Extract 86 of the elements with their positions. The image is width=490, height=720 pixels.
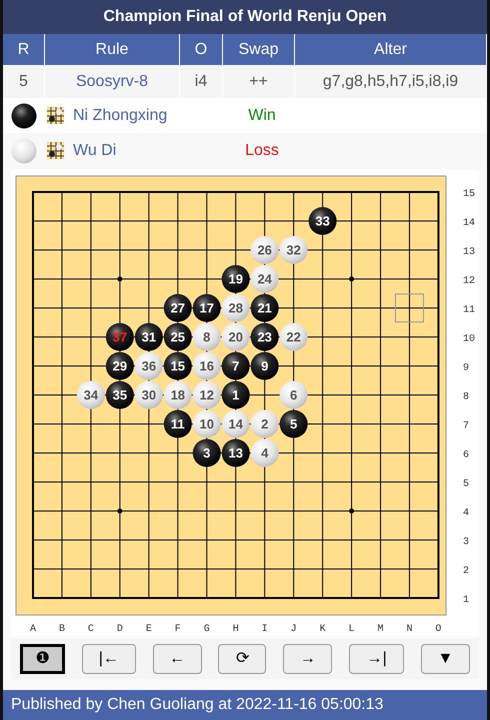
row-label: 14 [463,218,476,229]
stone: 2 [250,410,279,438]
nav-button[interactable]: ▼ [420,644,470,674]
stone: 35 [106,381,134,409]
column-label: E [146,624,152,635]
stone: 26 [250,236,279,264]
stone: 28 [222,294,250,322]
stone: 27 [164,294,192,322]
row-label: 8 [463,392,470,403]
row-label: 5 [463,479,470,490]
row-label: 1 [463,595,470,606]
stone: 30 [134,381,163,409]
game-result: Win [247,106,277,126]
stone: 25 [164,323,192,351]
stone: 13 [222,439,250,467]
stone: 29 [106,352,134,380]
stone: 12 [192,381,221,409]
row-label: 12 [463,276,476,287]
star-point [117,508,122,514]
board-icon[interactable] [47,107,64,124]
nav-button[interactable]: → [283,644,332,674]
stone: 11 [164,410,192,438]
stone: 22 [280,323,308,351]
column-label: D [116,624,123,635]
stone: 20 [222,323,250,351]
page-title: Champion Final of World Renju Open [3,0,487,34]
row-label: 11 [463,305,476,316]
column-label: G [204,624,210,635]
column-label: K [320,624,326,635]
row-label: 15 [463,189,476,200]
nav-button[interactable]: |← [82,644,136,674]
nav-button[interactable]: ⟳ [218,644,266,674]
stone: 16 [192,352,221,380]
column-label: L [348,624,355,635]
column-label: H [232,624,239,635]
column-label: I [262,624,268,635]
player-name[interactable]: Wu Di [64,138,226,162]
star-point [117,276,122,282]
stone: 6 [280,381,308,409]
stone: 18 [164,381,192,409]
column-label: N [406,624,412,635]
stone: 19 [222,265,250,293]
row-label: 4 [463,508,470,519]
column-label: J [290,624,297,635]
row-label: 9 [463,363,470,374]
stone: 23 [250,323,279,351]
stone: 24 [250,265,279,293]
stone: 17 [192,294,221,322]
player-name[interactable]: Ni Zhongxing [64,104,226,128]
stone: 8 [192,323,221,351]
stone: 37 [106,323,134,351]
stone: 14 [222,410,250,438]
column-label: A [30,624,36,635]
stone: 15 [164,352,192,380]
stone: 21 [250,294,279,322]
game-result: Loss [244,140,280,160]
star-point [349,508,354,514]
column-label: O [435,624,442,635]
row-label: 7 [463,421,470,432]
column-label: M [378,624,384,635]
star-point [349,276,354,282]
board-icon[interactable] [47,142,64,159]
row-label: 2 [463,566,470,577]
stone: 33 [308,207,337,235]
stone: 32 [280,236,308,264]
column-label: C [88,624,94,635]
row-label: 13 [463,247,476,258]
stone: 34 [76,381,105,409]
stone: 10 [192,410,221,438]
stone: 31 [134,323,163,351]
row-label: 3 [463,537,470,548]
nav-button[interactable]: ← [152,644,202,674]
column-label: F [174,624,181,635]
row-label: 10 [463,334,476,345]
row-label: 6 [463,450,470,461]
stone: 5 [280,410,308,438]
stone: 7 [222,352,250,380]
nav-button[interactable]: ❶ [20,644,65,674]
nav-button[interactable]: →| [349,644,404,674]
column-label: B [58,624,65,635]
stone: 4 [250,439,279,467]
stone: 1 [222,381,250,409]
stone: 3 [192,439,221,467]
stone: 9 [250,352,279,380]
publisher-footer: Published by Chen Guoliang at 2022-11-16 05:00:13 [3,690,487,720]
stone: 36 [134,352,163,380]
